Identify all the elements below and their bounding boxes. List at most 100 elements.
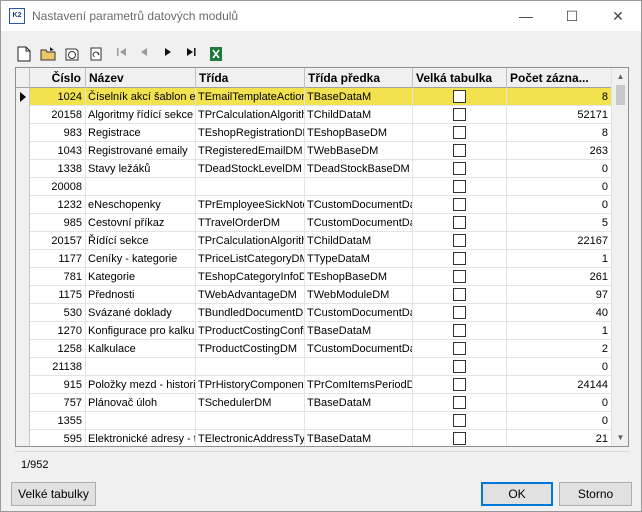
vertical-scrollbar[interactable]: ▲ ▼	[611, 68, 628, 446]
big-table-checkbox[interactable]	[453, 234, 466, 247]
cell-velka-tabulka[interactable]	[413, 142, 507, 160]
cell-velka-tabulka[interactable]	[413, 394, 507, 412]
big-table-checkbox[interactable]	[453, 414, 466, 427]
big-table-checkbox[interactable]	[453, 432, 466, 445]
new-document-icon[interactable]	[15, 46, 33, 63]
row-indicator[interactable]	[16, 286, 30, 304]
row-indicator[interactable]	[16, 358, 30, 376]
cell-velka-tabulka[interactable]	[413, 124, 507, 142]
cell-velka-tabulka[interactable]	[413, 304, 507, 322]
big-table-checkbox[interactable]	[453, 306, 466, 319]
close-button[interactable]: ✕	[595, 1, 641, 31]
cell-velka-tabulka[interactable]	[413, 286, 507, 304]
cell-velka-tabulka[interactable]	[413, 250, 507, 268]
scroll-thumb[interactable]	[616, 85, 625, 105]
table-row[interactable]: 1232 eNeschopenky TPrEmployeeSickNoteD TCus…	[16, 196, 612, 214]
scroll-up-arrow-icon[interactable]: ▲	[612, 68, 628, 85]
big-table-checkbox[interactable]	[453, 108, 466, 121]
refresh-icon[interactable]	[87, 46, 105, 63]
cell-velka-tabulka[interactable]	[413, 322, 507, 340]
row-indicator[interactable]	[16, 394, 30, 412]
cell-velka-tabulka[interactable]	[413, 358, 507, 376]
row-indicator[interactable]	[16, 214, 30, 232]
row-indicator[interactable]	[16, 376, 30, 394]
cell-velka-tabulka[interactable]	[413, 430, 507, 446]
table-row[interactable]: 1258 Kalkulace TProductCostingDM TCustomDoc…	[16, 340, 612, 358]
table-row[interactable]: 1175 Přednosti TWebAdvantageDM TWebModuleDM…	[16, 286, 612, 304]
previous-record-icon[interactable]	[135, 46, 153, 63]
row-indicator[interactable]	[16, 88, 30, 106]
cell-velka-tabulka[interactable]	[413, 160, 507, 178]
table-row-selected[interactable]: 1024 Číselník akcí šablon em TEmailTemplat…	[16, 88, 612, 106]
big-table-checkbox[interactable]	[453, 342, 466, 355]
cell-velka-tabulka[interactable]	[413, 214, 507, 232]
cell-velka-tabulka[interactable]	[413, 340, 507, 358]
table-row[interactable]: 20158 Algoritmy řídící sekce TPrCalculatio…	[16, 106, 612, 124]
big-table-checkbox[interactable]	[453, 324, 466, 337]
table-row[interactable]: 20008 0	[16, 178, 612, 196]
table-row[interactable]: 915 Položky mezd - historie TPrHistoryComp…	[16, 376, 612, 394]
next-record-icon[interactable]	[159, 46, 177, 63]
column-header-cislo[interactable]: Číslo	[30, 68, 86, 88]
cell-velka-tabulka[interactable]	[413, 88, 507, 106]
row-indicator[interactable]	[16, 196, 30, 214]
row-indicator[interactable]	[16, 250, 30, 268]
table-row[interactable]: 1338 Stavy ležáků TDeadStockLevelDM TDeadSt…	[16, 160, 612, 178]
table-row[interactable]: 985 Cestovní příkaz TTravelOrderDM TCustomD…	[16, 214, 612, 232]
row-indicator[interactable]	[16, 142, 30, 160]
big-table-checkbox[interactable]	[453, 90, 466, 103]
table-row[interactable]: 1177 Ceníky - kategorie TPriceListCategory…	[16, 250, 612, 268]
big-table-checkbox[interactable]	[453, 378, 466, 391]
big-table-checkbox[interactable]	[453, 216, 466, 229]
table-row[interactable]: 1270 Konfigurace pro kalkula TProductCosti…	[16, 322, 612, 340]
table-row[interactable]: 21138 0	[16, 358, 612, 376]
big-table-checkbox[interactable]	[453, 162, 466, 175]
table-row[interactable]: 595 Elektronické adresy - t TElectronicAdd…	[16, 430, 612, 446]
table-row[interactable]: 757 Plánovač úloh TSchedulerDM TBaseDataM 0	[16, 394, 612, 412]
row-indicator[interactable]	[16, 412, 30, 430]
row-indicator[interactable]	[16, 430, 30, 446]
cell-velka-tabulka[interactable]	[413, 376, 507, 394]
minimize-button[interactable]: —	[503, 1, 549, 31]
table-row[interactable]: 983 Registrace TEshopRegistrationDM TEshopB…	[16, 124, 612, 142]
table-row[interactable]: 530 Svázané doklady TBundledDocumentDM TCus…	[16, 304, 612, 322]
cell-velka-tabulka[interactable]	[413, 178, 507, 196]
big-table-checkbox[interactable]	[453, 288, 466, 301]
table-row[interactable]: 781 Kategorie TEshopCategoryInfoD TEshopBas…	[16, 268, 612, 286]
big-table-checkbox[interactable]	[453, 198, 466, 211]
table-row[interactable]: 20157 Řídící sekce TPrCalculationAlgorithm…	[16, 232, 612, 250]
table-row[interactable]: 1355 0	[16, 412, 612, 430]
cancel-button[interactable]: Storno	[559, 482, 632, 506]
open-folder-icon[interactable]	[39, 46, 57, 63]
maximize-button[interactable]: ☐	[549, 1, 595, 31]
row-indicator[interactable]	[16, 232, 30, 250]
last-record-icon[interactable]	[182, 46, 200, 63]
cell-velka-tabulka[interactable]	[413, 412, 507, 430]
table-row[interactable]: 1043 Registrované emaily TRegisteredEmailD…	[16, 142, 612, 160]
row-indicator[interactable]	[16, 268, 30, 286]
row-indicator[interactable]	[16, 322, 30, 340]
row-indicator[interactable]	[16, 304, 30, 322]
big-table-checkbox[interactable]	[453, 270, 466, 283]
row-indicator[interactable]	[16, 160, 30, 178]
excel-export-icon[interactable]	[207, 46, 225, 63]
row-indicator[interactable]	[16, 340, 30, 358]
big-table-checkbox[interactable]	[453, 180, 466, 193]
cell-velka-tabulka[interactable]	[413, 268, 507, 286]
column-header-trida[interactable]: Třída	[196, 68, 305, 88]
big-table-checkbox[interactable]	[453, 360, 466, 373]
column-header-trida-predka[interactable]: Třída předka	[305, 68, 413, 88]
row-indicator[interactable]	[16, 124, 30, 142]
scroll-down-arrow-icon[interactable]: ▼	[612, 429, 628, 446]
big-table-checkbox[interactable]	[453, 144, 466, 157]
column-header-pocet-zaznamu[interactable]: Počet zázna...	[507, 68, 612, 88]
open-folder-refresh-icon[interactable]	[63, 46, 81, 63]
row-indicator[interactable]	[16, 178, 30, 196]
data-modules-grid[interactable]: Číslo Název Třída Třída předka Velká tab…	[15, 67, 629, 447]
big-table-checkbox[interactable]	[453, 252, 466, 265]
column-header-nazev[interactable]: Název	[86, 68, 196, 88]
cell-velka-tabulka[interactable]	[413, 232, 507, 250]
ok-button[interactable]: OK	[481, 482, 553, 506]
row-indicator[interactable]	[16, 106, 30, 124]
cell-velka-tabulka[interactable]	[413, 196, 507, 214]
